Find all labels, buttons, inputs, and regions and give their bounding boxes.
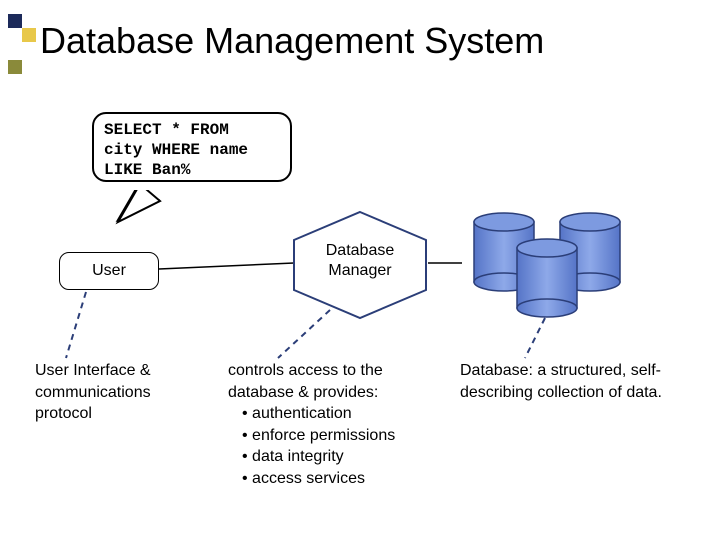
db-manager-line1: Database xyxy=(310,241,410,261)
sql-speech-bubble: SELECT * FROM city WHERE name LIKE Ban% xyxy=(92,112,292,182)
user-node: User xyxy=(59,252,159,290)
db-manager-line2: Manager xyxy=(310,261,410,281)
db-manager-desc-list: authentication enforce permissions data … xyxy=(228,403,438,489)
user-label: User xyxy=(92,262,126,280)
database-cylinders xyxy=(460,208,640,328)
db-manager-desc-lead: controls access to the database & provid… xyxy=(228,360,438,403)
page-title: Database Management System xyxy=(40,20,544,62)
list-item: authentication xyxy=(242,403,438,425)
database-description: Database: a structured, self-describing … xyxy=(460,360,685,403)
db-manager-description: controls access to the database & provid… xyxy=(228,360,438,490)
db-manager-label: Database Manager xyxy=(310,241,410,281)
user-description: User Interface & communications protocol xyxy=(35,360,205,425)
deco-square xyxy=(8,60,22,74)
deco-square xyxy=(8,14,22,28)
list-item: data integrity xyxy=(242,446,438,468)
deco-square xyxy=(22,28,36,42)
list-item: access services xyxy=(242,468,438,490)
title-decoration xyxy=(8,14,42,74)
list-item: enforce permissions xyxy=(242,425,438,447)
